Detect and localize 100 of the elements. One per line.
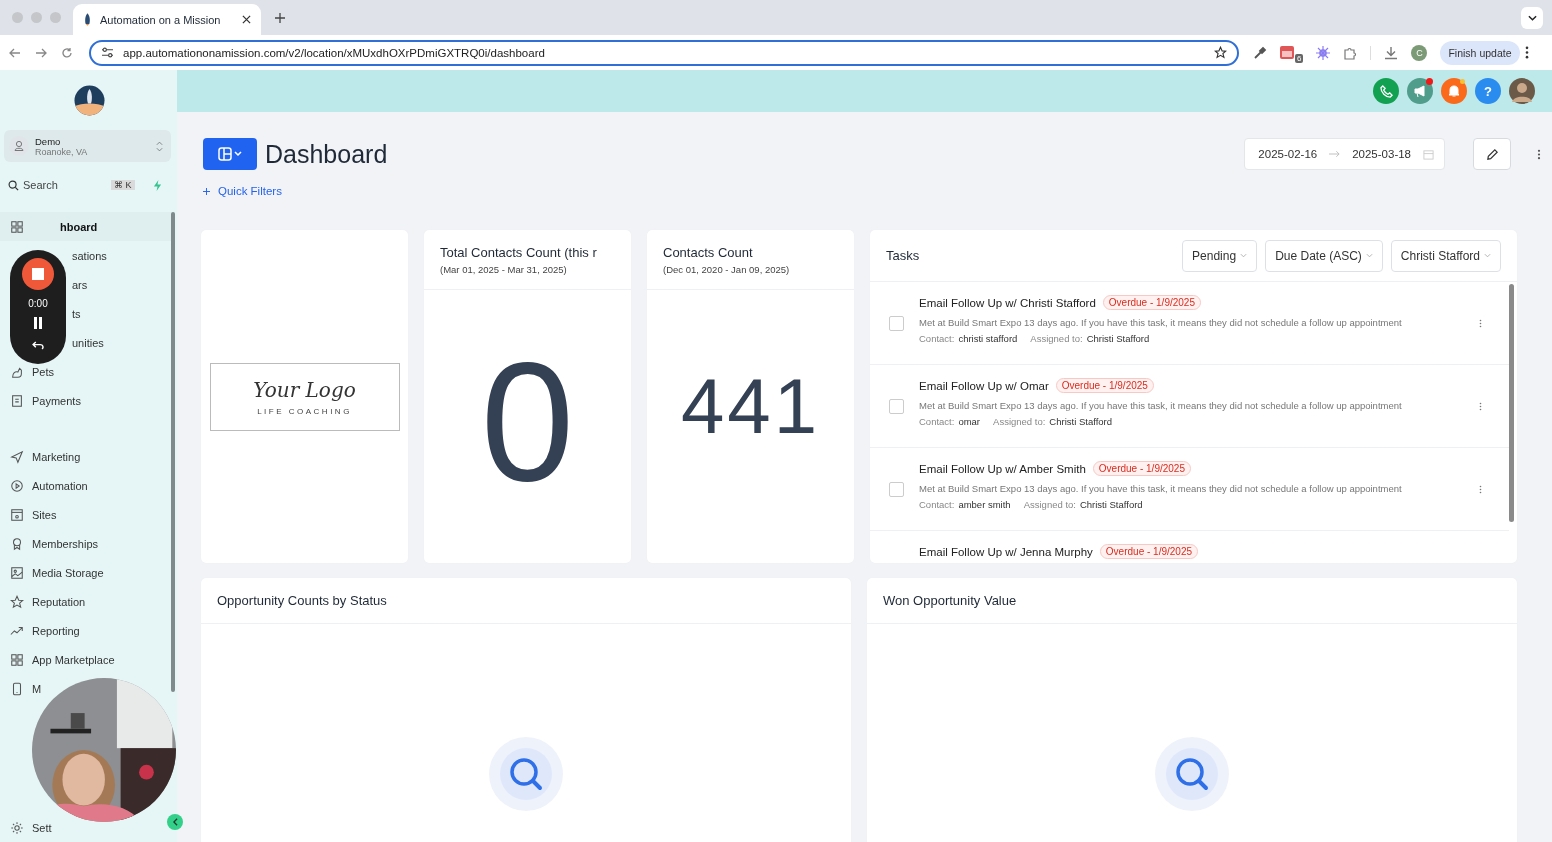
phone-icon	[1379, 84, 1393, 98]
mobile-icon	[10, 681, 24, 696]
window-zoom-dot[interactable]	[50, 12, 61, 23]
bell-icon	[1447, 84, 1461, 98]
announcement-button[interactable]	[1407, 78, 1433, 104]
edit-button[interactable]	[1473, 138, 1511, 170]
site-settings-icon[interactable]	[101, 47, 114, 58]
sidebar-item[interactable]: Media Storage	[0, 558, 108, 587]
card-title: Won Opportunity Value	[883, 593, 1017, 608]
task-checkbox[interactable]	[889, 315, 904, 331]
filter-dropdown[interactable]: Christi Stafford	[1390, 239, 1501, 272]
assignee-name: Christi Stafford	[1079, 499, 1143, 510]
chevron-down-icon	[1527, 14, 1537, 21]
contact-label: Contact:	[919, 499, 955, 510]
browser-icon	[10, 507, 24, 522]
notifications-button[interactable]	[1441, 78, 1467, 104]
contact-name: amber smith	[958, 499, 1011, 510]
close-icon[interactable]	[242, 15, 251, 24]
stat-value: 0	[480, 337, 575, 506]
calendar-icon	[1423, 148, 1434, 160]
filter-dropdown[interactable]: Pending	[1182, 239, 1258, 272]
tab-list-button[interactable]	[1521, 6, 1543, 29]
task-description: Met at Build Smart Expo 13 days ago. If you have this task, it means they did not schedule a follow up appointment	[919, 317, 1403, 328]
sidebar-item[interactable]: unities	[70, 328, 108, 357]
address-bar[interactable]: app.automationonamission.com/v2/location/xMUxdhOXrPDmiGXTRQ0i/dashboard	[89, 39, 1239, 66]
filter-dropdown[interactable]: Due Date (ASC)	[1265, 239, 1383, 272]
extension-badge: 6	[1295, 54, 1304, 63]
task-title: Email Follow Up w/ Omar	[919, 379, 1049, 392]
account-name: Demo	[35, 135, 62, 147]
undo-icon[interactable]	[31, 341, 45, 350]
star-icon	[10, 594, 24, 609]
more-icon[interactable]	[1524, 46, 1529, 59]
sidebar-item[interactable]: Marketing	[0, 442, 85, 471]
logo-script-text: Your Logo	[253, 377, 356, 402]
sidebar-item[interactable]: ts	[70, 299, 85, 328]
sidebar-item[interactable]: Automation	[0, 471, 92, 500]
chevron-down-icon	[1240, 253, 1248, 258]
forward-icon[interactable]	[35, 46, 47, 59]
bookmark-star-icon[interactable]	[1214, 46, 1227, 59]
search-icon	[1155, 737, 1229, 811]
plus-icon	[203, 187, 210, 195]
search-field[interactable]: Search	[23, 178, 107, 192]
search-icon	[8, 179, 19, 191]
overdue-badge: Overdue - 1/9/2025	[1092, 461, 1191, 476]
assigned-label: Assigned to:	[993, 416, 1046, 427]
pause-icon[interactable]	[33, 317, 43, 329]
sidebar-item[interactable]: Payments	[0, 386, 171, 415]
finish-update-button[interactable]: Finish update	[1440, 40, 1520, 65]
sidebar-item[interactable]: Pets	[0, 357, 171, 386]
date-range: (Dec 01, 2020 - Jan 09, 2025)	[663, 264, 791, 275]
recording-time: 0:00	[28, 298, 48, 309]
assigned-label: Assigned to:	[1030, 333, 1083, 344]
account-switcher[interactable]: Demo Roanoke, VA	[4, 130, 171, 162]
sidebar-item[interactable]: ars	[70, 270, 92, 299]
tab-title: Automation on a Mission	[100, 13, 222, 26]
scrollbar[interactable]	[1509, 284, 1514, 522]
eyedropper-icon[interactable]	[1253, 45, 1267, 60]
back-icon[interactable]	[9, 46, 21, 59]
sidebar-item[interactable]: M	[0, 674, 46, 703]
date-range: (Mar 01, 2025 - Mar 31, 2025)	[440, 264, 568, 275]
url-text: app.automationonamission.com/v2/location/xMUxdhOXrPDmiGXTRQ0i/dashboard	[123, 46, 546, 59]
sidebar-item[interactable]: Reputation	[0, 587, 90, 616]
sidebar-item[interactable]: hboard	[0, 212, 171, 241]
overdue-badge: Overdue - 1/9/2025	[1102, 295, 1201, 310]
sidebar-item[interactable]: Sites	[0, 500, 61, 529]
task-checkbox[interactable]	[889, 481, 904, 497]
sidebar-item[interactable]: Reporting	[0, 616, 84, 645]
sidebar-item[interactable]: sations	[70, 241, 111, 270]
date-range-picker[interactable]: 2025-02-16 2025-03-18	[1244, 138, 1445, 170]
reload-icon[interactable]	[61, 46, 73, 59]
card-title: Total Contacts Count (this r	[440, 245, 598, 260]
megaphone-icon	[1413, 84, 1427, 98]
collapse-button[interactable]	[167, 814, 183, 830]
sidebar-item[interactable]: Memberships	[0, 529, 103, 558]
arrow-right-icon	[1329, 150, 1341, 158]
task-title: Email Follow Up w/ Amber Smith	[919, 462, 1086, 475]
ribbon-icon	[10, 536, 24, 551]
dashboard-switcher-button[interactable]	[203, 138, 257, 170]
new-tab-icon[interactable]	[275, 12, 285, 23]
sparkle-icon[interactable]	[1316, 45, 1331, 60]
chevron-down-icon	[1365, 253, 1373, 258]
start-date: 2025-02-16	[1258, 148, 1318, 160]
sidebar-item[interactable]: Sett	[0, 813, 56, 842]
stop-button[interactable]	[22, 258, 54, 290]
browser-tab[interactable]: Automation on a Mission	[73, 4, 261, 35]
sidebar-item[interactable]: App Marketplace	[0, 645, 119, 674]
phone-button[interactable]	[1373, 78, 1399, 104]
paper-plane-icon	[10, 449, 24, 464]
window-minimize-dot[interactable]	[31, 12, 42, 23]
user-avatar[interactable]	[1509, 78, 1535, 104]
window-close-dot[interactable]	[12, 12, 23, 23]
puzzle-icon[interactable]	[1343, 45, 1358, 60]
assignee-name: Christi Stafford	[1086, 333, 1150, 344]
contact-label: Contact:	[919, 333, 955, 344]
download-icon[interactable]	[1384, 45, 1399, 60]
calendar-extension-icon[interactable]	[1280, 46, 1294, 59]
quick-filters-link[interactable]: Quick Filters	[203, 185, 282, 197]
task-checkbox[interactable]	[889, 398, 904, 414]
more-options-icon[interactable]	[1537, 148, 1541, 160]
scrollbar[interactable]	[171, 212, 175, 692]
